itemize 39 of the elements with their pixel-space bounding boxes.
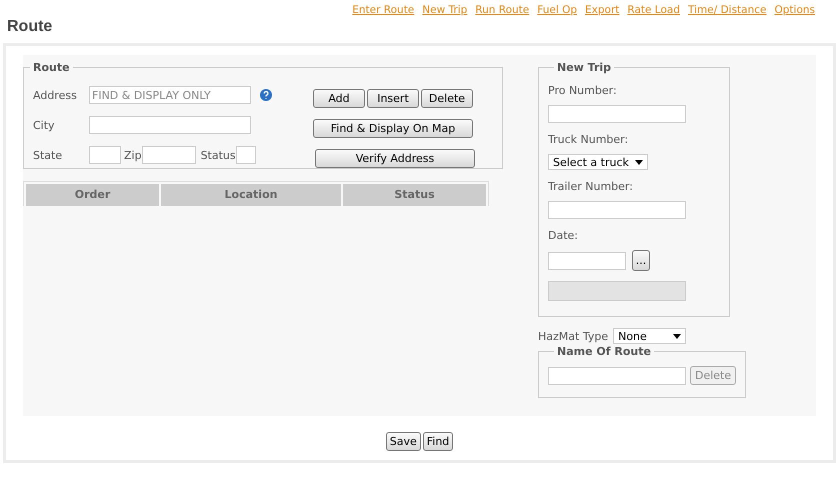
column-header: Order	[26, 184, 159, 206]
field-label: Status	[200, 148, 236, 162]
group-legend: Route	[30, 61, 73, 74]
footer-button[interactable]: Save	[386, 432, 421, 451]
city-field[interactable]	[89, 116, 251, 134]
field-label: Address	[33, 88, 78, 102]
field-label: City	[33, 118, 56, 132]
group-legend: Name Of Route	[554, 345, 654, 358]
column-header: Location	[161, 184, 341, 206]
truck-dropdown[interactable]: Select a truck	[548, 154, 648, 170]
caret-icon	[634, 160, 643, 164]
verify-button[interactable]: Verify Address	[315, 149, 475, 168]
field-label: Zip	[124, 148, 142, 162]
footer-button[interactable]: Find	[422, 432, 454, 451]
field-label: HazMat Type	[538, 330, 608, 342]
hazmat-dropdown[interactable]: None	[613, 328, 686, 344]
address-field[interactable]: FIND & DISPLAY ONLY	[89, 86, 251, 104]
action-button[interactable]: Insert	[367, 89, 419, 108]
field-label: Trailer Number:	[548, 180, 634, 193]
zip-field[interactable]	[142, 146, 196, 164]
state-field[interactable]	[89, 146, 121, 164]
caret-icon	[673, 334, 682, 338]
action-button[interactable]: Delete	[421, 89, 473, 108]
group-legend: New Trip	[554, 61, 614, 74]
page-title: Route	[7, 18, 54, 37]
trailer-number-field[interactable]	[548, 201, 686, 219]
action-button[interactable]: Add	[313, 89, 365, 108]
find-map-button[interactable]: Find & Display On Map	[313, 119, 473, 138]
field-label: Pro Number:	[548, 84, 618, 97]
route-name-field[interactable]	[548, 366, 686, 384]
date-field[interactable]	[548, 252, 626, 270]
help-icon[interactable]	[260, 89, 272, 101]
pro-number-field[interactable]	[548, 105, 686, 123]
field-label: Date:	[548, 229, 579, 242]
date-picker-button[interactable]: ...	[632, 250, 650, 271]
field-label: State	[33, 148, 64, 162]
column-header: Status	[343, 184, 486, 206]
field-label: Truck Number:	[548, 133, 630, 146]
status-field[interactable]	[236, 146, 256, 164]
